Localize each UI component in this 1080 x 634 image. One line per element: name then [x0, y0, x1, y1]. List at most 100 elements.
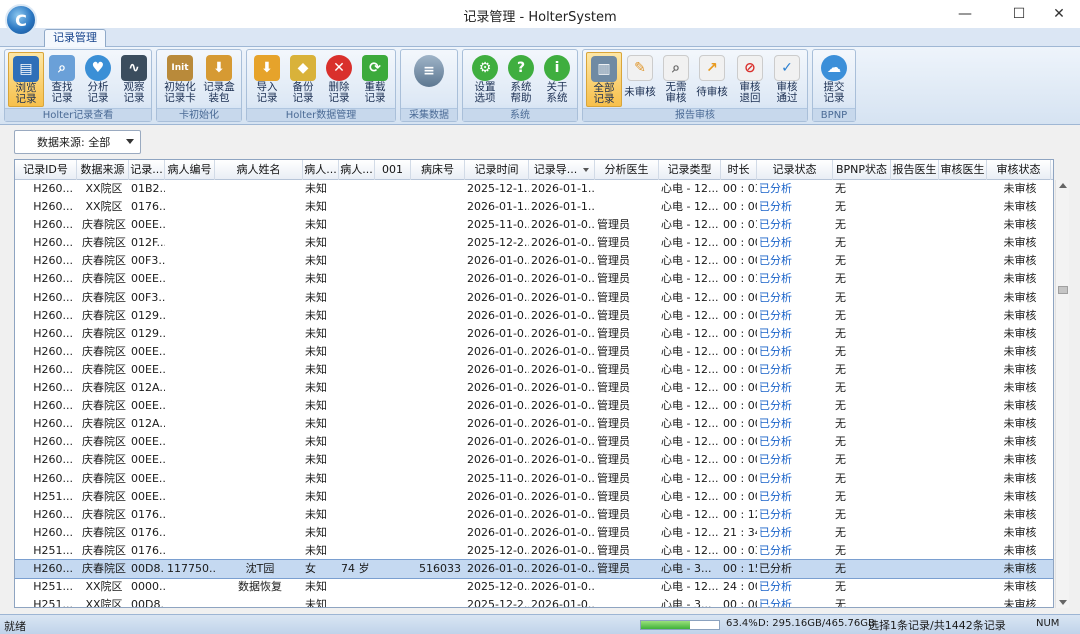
- cell-record-id: H260...: [33, 218, 73, 232]
- cell-patient-name: [215, 470, 303, 488]
- minimize-button[interactable]: —: [942, 0, 988, 28]
- table-row[interactable]: H260... 庆春院区 00EE... 未知 2026-01-0...2026-01-…: [15, 451, 1053, 469]
- column-header-data-source[interactable]: 数据来源: [77, 160, 129, 180]
- cell-patient-name: [215, 415, 303, 433]
- cell-patient-id: [165, 325, 215, 343]
- table-row[interactable]: H260... XX院区 01B2... 未知 2025-12-1...2026-01-…: [15, 180, 1053, 198]
- table-row[interactable]: H260... 庆春院区 0176... 未知 2026-01-0...2026-01-…: [15, 524, 1053, 542]
- backup-records-button[interactable]: ◆ 备份 记录: [285, 52, 321, 107]
- review-returned-button[interactable]: ⊘ 审核 退回: [732, 52, 768, 107]
- app-logo-icon[interactable]: C: [5, 4, 37, 36]
- column-header-col-001[interactable]: 001: [375, 160, 411, 180]
- cell-review-status: 未审核: [1003, 326, 1037, 340]
- column-header-record-no[interactable]: 记录...: [129, 160, 165, 180]
- tab-record-management[interactable]: 记录管理: [44, 29, 106, 47]
- table-row[interactable]: H260... 庆春院区 00EE... 未知 2025-11-0...2026-01-…: [15, 470, 1053, 488]
- table-row[interactable]: H251... XX院区 00D8... 未知 2025-12-2...2026-01-…: [15, 596, 1053, 607]
- column-header-record-type[interactable]: 记录类型: [659, 160, 721, 180]
- pending-review-button[interactable]: ↗ 待审核: [694, 52, 730, 107]
- reload-records-button[interactable]: ⟳ 重载 记录: [357, 52, 393, 107]
- cell-record-import: 2026-01-0...: [531, 507, 595, 521]
- cell-duration: 00 : 00: [723, 236, 757, 250]
- submit-record-button[interactable]: ☁ 提交 记录: [816, 52, 852, 107]
- cell-bpnp-status: 无: [835, 218, 846, 232]
- cell-review-status: 未审核: [1003, 453, 1037, 467]
- import-records-button[interactable]: ⬇ 导入 记录: [249, 52, 285, 107]
- cell-col-001: [375, 524, 411, 542]
- settings-button[interactable]: ⚙ 设置 选项: [467, 52, 503, 107]
- cell-record-type: 心电 - 12...: [661, 218, 719, 232]
- column-header-patient-age[interactable]: 病人...: [339, 160, 375, 180]
- unreviewed-button[interactable]: ✎ 未审核: [622, 52, 658, 107]
- table-row[interactable]: H260... 庆春院区 012A... 未知 2026-01-0...2026-01-…: [15, 379, 1053, 397]
- table-row[interactable]: H260... 庆春院区 0176... 未知 2026-01-0...2026-01-…: [15, 506, 1053, 524]
- cell-bed-no: [411, 216, 465, 234]
- column-header-record-id[interactable]: 记录ID号: [15, 160, 77, 180]
- table-row[interactable]: H260... 庆春院区 00EE... 未知 2026-01-0...2026-01-…: [15, 343, 1053, 361]
- cell-bed-no: [411, 542, 465, 560]
- column-header-patient-name[interactable]: 病人姓名: [215, 160, 303, 180]
- cell-analyst: 管理员: [597, 272, 630, 286]
- close-button[interactable]: ✕: [1036, 0, 1080, 28]
- cell-patient-age: [339, 361, 375, 379]
- vertical-scrollbar[interactable]: [1055, 180, 1069, 608]
- all-records-button[interactable]: ▥ 全部 记录: [586, 52, 622, 107]
- table-row[interactable]: H260... 庆春院区 00EE... 未知 2026-01-0...2026-01-…: [15, 433, 1053, 451]
- column-header-patient-id[interactable]: 病人编号: [165, 160, 215, 180]
- data-source-dropdown[interactable]: 数据来源: 全部: [14, 130, 141, 154]
- table-row[interactable]: H260... 庆春院区 0129... 未知 2026-01-0...2026-01-…: [15, 307, 1053, 325]
- table-row[interactable]: H251... 庆春院区 0176... 未知 2025-12-0...2026-01-…: [15, 542, 1053, 560]
- column-header-patient-sex[interactable]: 病人...: [303, 160, 339, 180]
- cell-patient-sex: 未知: [305, 435, 327, 449]
- cell-patient-sex: 未知: [305, 290, 327, 304]
- delete-records-button[interactable]: ✕ 删除 记录: [321, 52, 357, 107]
- table-row[interactable]: H260... 庆春院区 00F3... 未知 2026-01-0...2026-01-…: [15, 252, 1053, 270]
- cell-duration: 00 : 00: [723, 399, 757, 413]
- scroll-thumb[interactable]: [1058, 286, 1068, 294]
- review-passed-button[interactable]: ✓ 审核 通过: [769, 52, 805, 107]
- column-header-bed-no[interactable]: 病床号: [411, 160, 465, 180]
- cell-data-source: 庆春院区: [82, 507, 126, 521]
- browse-records-button[interactable]: ▤ 浏览 记录: [8, 52, 44, 107]
- column-header-analyst[interactable]: 分析医生: [595, 160, 659, 180]
- cell-record-type: 心电 - 12...: [661, 182, 719, 195]
- observe-records-button[interactable]: ∿ 观察 记录: [116, 52, 152, 107]
- about-button[interactable]: i 关于 系统: [539, 52, 575, 107]
- column-header-record-import[interactable]: 记录导...: [529, 160, 595, 180]
- table-row[interactable]: H260... 庆春院区 00EE... 未知 2026-01-0...2026-01-…: [15, 361, 1053, 379]
- cell-duration: 00 : 00: [723, 471, 757, 485]
- pack-box-button[interactable]: ⬇ 记录盒 装包: [200, 52, 238, 107]
- column-header-review-doctor[interactable]: 审核医生: [939, 160, 987, 180]
- no-review-needed-button[interactable]: ⌕ 无需 审核: [658, 52, 694, 107]
- collect-data-button[interactable]: ≡: [411, 52, 447, 107]
- cell-report-doctor: [891, 542, 939, 560]
- init-card-button[interactable]: Init 初始化 记录卡: [161, 52, 199, 107]
- cell-col-001: [375, 451, 411, 469]
- table-row[interactable]: H260... XX院区 0176... 未知 2026-01-1...2026-01-…: [15, 198, 1053, 216]
- table-row[interactable]: H260... 庆春院区 012F... 未知 2025-12-2... 2026-01-…: [15, 234, 1053, 252]
- help-button[interactable]: ? 系统 帮助: [503, 52, 539, 107]
- table-row[interactable]: H260... 庆春院区 00EE... 未知 2026-01-0...2026-01-…: [15, 270, 1053, 288]
- table-row[interactable]: H251... XX院区 0000... 数据恢复 未知 2025-12-0...2026…: [15, 578, 1053, 596]
- column-header-review-status[interactable]: 审核状态: [987, 160, 1051, 180]
- column-header-duration[interactable]: 时长: [721, 160, 757, 180]
- cell-bed-no: [411, 596, 465, 607]
- table-row[interactable]: H260... 庆春院区 00EE... 未知 2026-01-0...2026-01-…: [15, 397, 1053, 415]
- column-header-record-time[interactable]: 记录时间: [465, 160, 529, 180]
- table-row[interactable]: H251... 庆春院区 00EE... 未知 2026-01-0...2026-01-…: [15, 488, 1053, 506]
- find-records-button[interactable]: ⌕ 查找 记录: [44, 52, 80, 107]
- analyze-records-button[interactable]: ♥ 分析 记录: [80, 52, 116, 107]
- table-row[interactable]: H260... 庆春院区 00F3... 未知 2026-01-0...2026-01-…: [15, 289, 1053, 307]
- column-header-bpnp-status[interactable]: BPNP状态: [833, 160, 891, 180]
- table-row[interactable]: H260... 庆春院区 012A... 未知 2026-01-0...2026-01-…: [15, 415, 1053, 433]
- table-row[interactable]: H260... 庆春院区 00EE... 未知 2025-11-0...2026-01-…: [15, 216, 1053, 234]
- cell-duration: 00 : 01: [723, 218, 757, 232]
- cell-bed-no: [411, 451, 465, 469]
- cell-patient-id: [165, 198, 215, 216]
- column-header-record-status[interactable]: 记录状态: [757, 160, 833, 180]
- table-row[interactable]: H260... 庆春院区 0129... 未知 2026-01-0...2026-01-…: [15, 325, 1053, 343]
- scroll-down-icon[interactable]: [1059, 600, 1067, 605]
- scroll-up-icon[interactable]: [1059, 183, 1067, 188]
- column-header-report-doctor[interactable]: 报告医生: [891, 160, 939, 180]
- table-row[interactable]: H260... 庆春院区 00D8...117750... 沈T园 女 74 岁 51603…: [15, 558, 1053, 580]
